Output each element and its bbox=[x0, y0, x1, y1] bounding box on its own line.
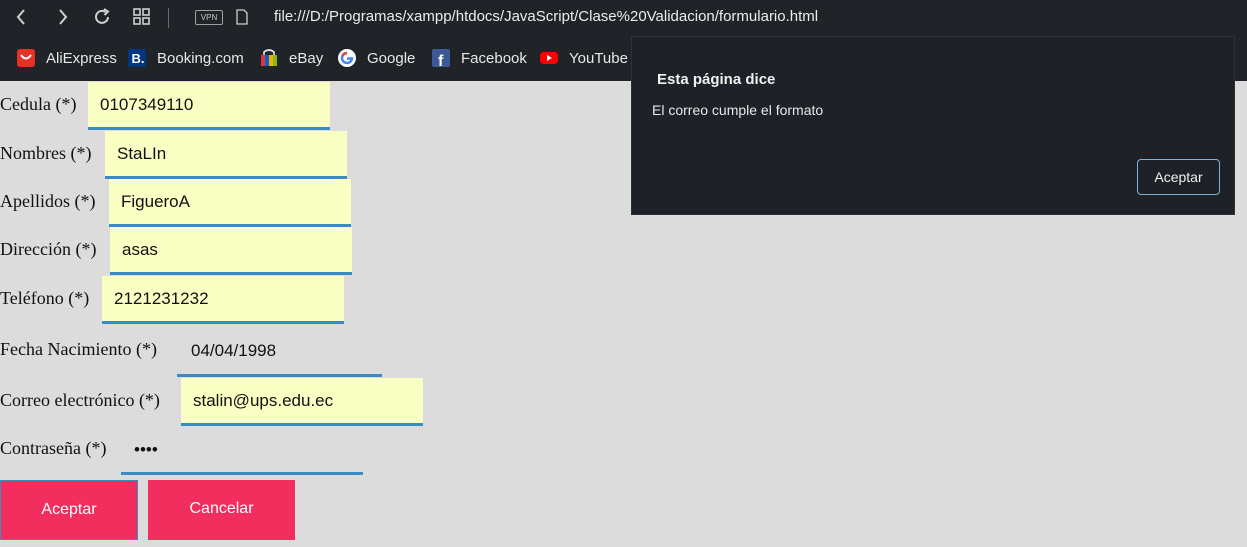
telefono-label: Teléfono (*) bbox=[0, 288, 90, 308]
aliexpress-icon bbox=[16, 48, 36, 68]
youtube-icon bbox=[539, 48, 559, 68]
page-info-icon[interactable] bbox=[236, 9, 248, 25]
direccion-input[interactable]: asas bbox=[110, 227, 352, 275]
bookmark-google[interactable]: Google bbox=[337, 47, 415, 69]
bookmark-ebay[interactable]: eBay bbox=[259, 47, 323, 69]
bookmark-label: Google bbox=[367, 49, 416, 67]
accept-button[interactable]: Aceptar bbox=[0, 480, 138, 540]
google-icon bbox=[337, 48, 357, 68]
bookmark-facebook[interactable]: f Facebook bbox=[431, 47, 527, 70]
cancel-button[interactable]: Cancelar bbox=[148, 480, 295, 540]
bookmark-label: Booking.com bbox=[157, 49, 244, 67]
dialog-message: El correo cumple el formato bbox=[652, 102, 824, 118]
fecha-nacimiento-input[interactable]: 04/04/1998 bbox=[191, 341, 276, 361]
alert-dialog: Esta página dice El correo cumple el for… bbox=[631, 36, 1235, 215]
contrasena-input[interactable]: •••• bbox=[134, 440, 158, 460]
bookmark-youtube[interactable]: YouTube bbox=[539, 47, 628, 69]
cedula-label: Cedula (*) bbox=[0, 94, 77, 114]
bookmark-label: AliExpress bbox=[46, 49, 117, 67]
contrasena-underline bbox=[121, 472, 363, 475]
ebay-icon bbox=[259, 48, 279, 68]
svg-text:f: f bbox=[438, 53, 444, 68]
dialog-accept-button[interactable]: Aceptar bbox=[1137, 159, 1220, 195]
vpn-badge[interactable]: VPN bbox=[195, 10, 223, 25]
facebook-icon: f bbox=[431, 48, 451, 70]
nombres-input[interactable]: StaLIn bbox=[105, 131, 347, 179]
correo-input[interactable]: stalin@ups.edu.ec bbox=[181, 378, 423, 426]
contrasena-label: Contraseña (*) bbox=[0, 438, 107, 458]
svg-text:B.: B. bbox=[132, 51, 145, 66]
apellidos-label: Apellidos (*) bbox=[0, 191, 96, 211]
direccion-label: Dirección (*) bbox=[0, 239, 97, 259]
dialog-title: Esta página dice bbox=[657, 71, 776, 88]
address-bar[interactable]: file:///D:/Programas/xampp/htdocs/JavaSc… bbox=[274, 8, 818, 25]
apellidos-input[interactable]: FigueroA bbox=[109, 179, 351, 227]
bookmark-label: Facebook bbox=[461, 49, 527, 67]
reload-icon[interactable] bbox=[91, 6, 113, 28]
nombres-label: Nombres (*) bbox=[0, 143, 92, 163]
fecha-nacimiento-label: Fecha Nacimiento (*) bbox=[0, 339, 157, 359]
bookmark-aliexpress[interactable]: AliExpress bbox=[16, 47, 117, 69]
correo-label: Correo electrónico (*) bbox=[0, 390, 160, 410]
toolbar-divider bbox=[168, 8, 169, 28]
bookmark-booking[interactable]: B. Booking.com bbox=[127, 47, 244, 69]
back-icon[interactable] bbox=[11, 6, 33, 28]
browser-toolbar: VPN file:///D:/Programas/xampp/htdocs/Ja… bbox=[0, 0, 1247, 36]
bookmark-label: eBay bbox=[289, 49, 324, 67]
telefono-input[interactable]: 2121231232 bbox=[102, 276, 344, 324]
correo-top-underline bbox=[177, 374, 382, 377]
bookmark-label: YouTube bbox=[569, 49, 628, 67]
forward-icon[interactable] bbox=[51, 6, 73, 28]
booking-icon: B. bbox=[127, 48, 147, 68]
tabs-grid-icon[interactable] bbox=[131, 6, 153, 28]
cedula-input[interactable]: 0107349110 bbox=[88, 82, 330, 130]
